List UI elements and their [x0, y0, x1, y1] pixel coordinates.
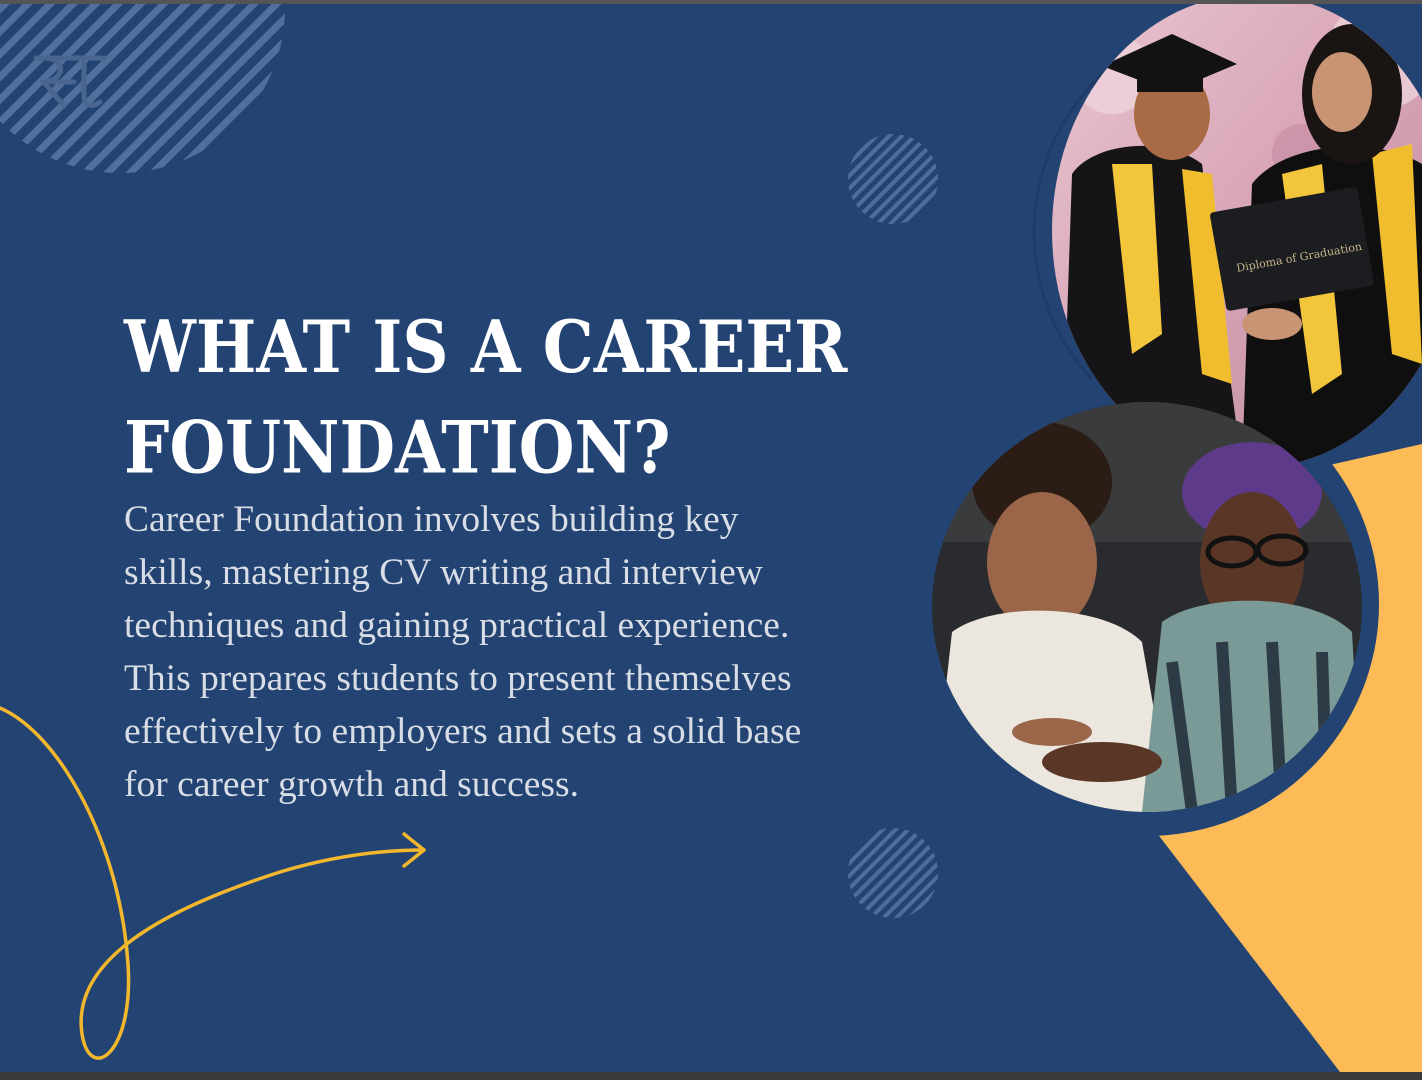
striped-dot-upper — [848, 134, 938, 224]
slide-title: WHAT IS A CAREER FOUNDATION? — [124, 298, 924, 500]
viewer-bottom-edge — [0, 1072, 1422, 1080]
students-photo — [932, 402, 1362, 812]
title-line-2: FOUNDATION? — [124, 406, 671, 491]
body-line: effectively to employers and sets a soli… — [124, 711, 802, 752]
title-line-1: WHAT IS A CAREER — [124, 305, 848, 390]
body-line: skills, mastering CV writing and intervi… — [124, 552, 763, 593]
body-line: This prepares students to present themse… — [124, 658, 792, 699]
body-line: Career Foundation involves building key — [124, 499, 739, 540]
striped-dot-lower — [848, 828, 938, 918]
body-line: for career growth and success. — [124, 764, 579, 805]
slide-page: Diploma of Graduation WHAT IS A CAREER F… — [0, 4, 1422, 1072]
body-line: techniques and gaining practical experie… — [124, 605, 790, 646]
students-image — [932, 402, 1362, 812]
slide-body: Career Foundation involves building key … — [124, 493, 924, 811]
rt-logo-icon — [33, 55, 107, 109]
